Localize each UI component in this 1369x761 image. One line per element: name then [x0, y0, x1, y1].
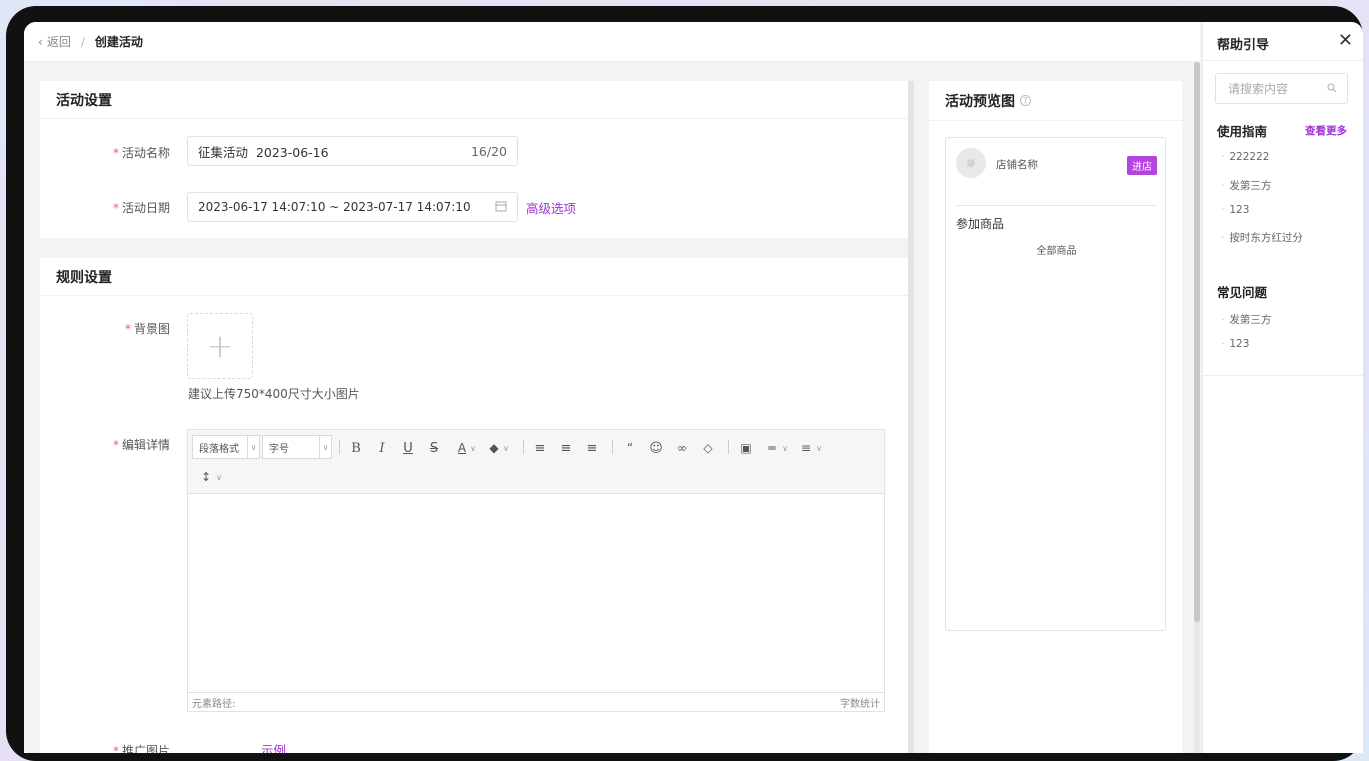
preview-phone: 店铺名称 进店 参加商品 全部商品 — [945, 137, 1166, 631]
guide-item[interactable]: 按时东方红过分 — [1221, 230, 1303, 245]
page-title: 创建活动 — [94, 35, 143, 49]
italic-icon[interactable]: I — [372, 438, 392, 458]
rule-settings-title: 规则设置 — [40, 258, 908, 296]
search-icon — [1327, 82, 1337, 96]
required-star: * — [112, 146, 119, 160]
preview-divider — [956, 205, 1157, 206]
help-panel-title: 帮助引导 — [1217, 38, 1270, 53]
faq-section-title: 常见问题 — [1217, 285, 1268, 300]
paragraph-format-select[interactable]: 段落格式 ∨ — [192, 435, 260, 459]
view-more-link[interactable]: 查看更多 — [1305, 123, 1347, 138]
back-link[interactable]: ‹ 返回 — [38, 33, 71, 50]
align-left-icon[interactable]: ≡ — [530, 438, 550, 458]
paragraph-spacing-icon[interactable]: ≡ — [796, 438, 816, 458]
shop-avatar — [956, 148, 986, 178]
example-link[interactable]: 示例 — [261, 740, 286, 753]
activity-date-label: * 活动日期 — [112, 201, 170, 215]
advanced-options-link[interactable]: 高级选项 — [526, 198, 576, 217]
row-height-icon[interactable]: ↕ — [196, 467, 216, 487]
chevron-down-icon[interactable]: ∨ — [780, 438, 790, 458]
chevron-left-icon: ‹ — [38, 34, 43, 49]
toolbar-divider — [728, 440, 729, 454]
breadcrumb: ‹ 返回 / 创建活动 — [24, 22, 1200, 62]
bold-icon[interactable]: B — [346, 438, 366, 458]
element-path-label: 元素路径: — [192, 698, 236, 710]
editor-footer: 元素路径: 字数统计 — [188, 692, 884, 711]
image-icon[interactable]: ▣ — [736, 438, 756, 458]
back-label: 返回 — [46, 35, 71, 49]
preview-title: 活动预览图 — [945, 93, 1015, 110]
background-image-label: * 背景图 — [124, 322, 170, 336]
activity-date-range-input[interactable]: 2023-06-17 14:07:10 ~ 2023-07-17 14:07:1… — [187, 192, 518, 222]
line-spacing-icon[interactable]: ═ — [762, 438, 782, 458]
activity-name-label: * 活动名称 — [112, 146, 170, 160]
help-divider — [1203, 60, 1363, 61]
emoji-icon[interactable]: ☺ — [646, 438, 666, 458]
enter-shop-button[interactable]: 进店 — [1127, 156, 1157, 175]
all-products-label: 全部商品 — [1036, 246, 1077, 257]
required-star: * — [112, 201, 119, 215]
page-scrollbar-thumb[interactable] — [1194, 62, 1200, 622]
guide-section-title: 使用指南 — [1217, 124, 1268, 139]
activity-settings-card: 活动设置 * 活动名称 征集活动 2023-06-16 16/20 * 活动日期 2… — [40, 81, 908, 238]
shop-name: 店铺名称 — [996, 159, 1038, 171]
preview-header: 活动预览图 ? — [929, 81, 1182, 121]
search-placeholder: 请搜索内容 — [1228, 82, 1289, 96]
rule-settings-card: 规则设置 * 背景图 + 建议上传750*400尺寸大小图片 * 编辑详情 段落格式… — [40, 258, 908, 753]
promo-image-label: * 推广图片 — [40, 742, 170, 753]
help-circle-icon: ? — [1020, 95, 1031, 106]
chevron-down-icon: ∨ — [247, 436, 259, 458]
calendar-icon — [495, 200, 507, 215]
help-search-input[interactable]: 请搜索内容 — [1215, 73, 1348, 104]
close-icon[interactable]: ✕ — [1338, 30, 1353, 51]
toolbar-divider — [339, 440, 340, 454]
guide-item[interactable]: 222222 — [1221, 151, 1269, 163]
preview-card: 活动预览图 ? 店铺名称 进店 参加商品 全部商品 — [929, 81, 1182, 753]
guide-item[interactable]: 发第三方 — [1221, 178, 1271, 193]
align-right-icon[interactable]: ≡ — [582, 438, 602, 458]
help-divider — [1203, 375, 1363, 376]
char-counter: 16/20 — [470, 143, 507, 159]
link-icon[interactable]: ∞ — [672, 438, 692, 458]
plus-icon: + — [206, 327, 234, 365]
breadcrumb-separator: / — [80, 34, 85, 49]
form-scrollbar[interactable] — [908, 81, 914, 753]
toolbar-divider — [523, 440, 524, 454]
blockquote-icon[interactable]: “ — [620, 438, 640, 458]
rich-text-editor: 段落格式 ∨ 字号 ∨ B I U S A ∨ ◆ ∨ ≡ ≡ ≡ “ ☺ ∞ … — [187, 429, 885, 712]
underline-icon[interactable]: U — [398, 438, 418, 458]
background-image-hint: 建议上传750*400尺寸大小图片 — [188, 387, 360, 401]
chevron-down-icon[interactable]: ∨ — [814, 438, 824, 458]
edit-detail-label: * 编辑详情 — [112, 438, 170, 452]
eraser-icon[interactable]: ◇ — [698, 438, 718, 458]
chevron-down-icon[interactable]: ∨ — [468, 438, 478, 458]
editor-content-area[interactable] — [188, 494, 884, 693]
activity-name-value: 征集活动 2023-06-16 — [198, 144, 329, 160]
background-image-upload[interactable]: + — [187, 313, 253, 379]
app-screen: ‹ 返回 / 创建活动 活动设置 * 活动名称 征集活动 2023-06-16 1… — [24, 22, 1363, 753]
chevron-down-icon: ∨ — [319, 436, 331, 458]
required-star: * — [112, 744, 119, 753]
align-center-icon[interactable]: ≡ — [556, 438, 576, 458]
activity-settings-title: 活动设置 — [40, 81, 908, 119]
editor-toolbar: 段落格式 ∨ 字号 ∨ B I U S A ∨ ◆ ∨ ≡ ≡ ≡ “ ☺ ∞ … — [188, 430, 884, 494]
chevron-down-icon[interactable]: ∨ — [501, 438, 511, 458]
faq-item[interactable]: 发第三方 — [1221, 312, 1271, 327]
chevron-down-icon[interactable]: ∨ — [214, 467, 224, 487]
word-count-label: 字数统计 — [840, 698, 880, 710]
toolbar-divider — [612, 440, 613, 454]
activity-name-input[interactable]: 征集活动 2023-06-16 16/20 — [187, 136, 518, 166]
help-panel: 帮助引导 ✕ 请搜索内容 使用指南 查看更多 222222 发第三方 123 按… — [1202, 22, 1363, 753]
guide-item[interactable]: 123 — [1221, 204, 1249, 216]
faq-item[interactable]: 123 — [1221, 338, 1249, 350]
required-star: * — [124, 322, 131, 336]
products-label: 参加商品 — [956, 217, 1005, 231]
date-range-value: 2023-06-17 14:07:10 ~ 2023-07-17 14:07:1… — [198, 200, 471, 214]
font-size-select[interactable]: 字号 ∨ — [262, 435, 332, 459]
required-star: * — [112, 438, 119, 452]
strikethrough-icon[interactable]: S — [424, 438, 444, 458]
